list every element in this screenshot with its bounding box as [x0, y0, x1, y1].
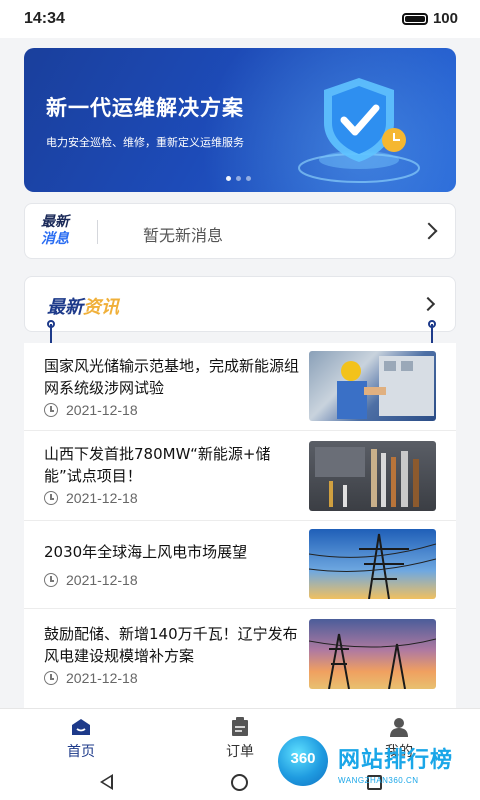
latest-news-header[interactable]: 最新资讯: [24, 276, 456, 332]
status-time: 14:34: [24, 10, 65, 27]
messages-logo-line2: 消息: [41, 231, 69, 247]
watermark-badge: 360: [290, 750, 316, 767]
news-header-title: 最新资讯: [47, 293, 119, 319]
battery-level: 100: [432, 10, 458, 27]
news-list[interactable]: 国家风光储输示范基地，完成新能源组网系统级涉网试验 2021-12-18 山西下…: [24, 343, 456, 708]
clock-icon: [44, 403, 58, 417]
news-thumbnail: [309, 351, 436, 421]
clock-icon: [44, 491, 58, 505]
news-item[interactable]: 山西下发首批780MW“新能源+储能”试点项目！ 2021-12-18: [24, 431, 456, 521]
tab-home[interactable]: 首页: [36, 709, 126, 767]
news-header-title-b: 资讯: [83, 297, 119, 318]
battery-icon: [402, 13, 428, 25]
clipboard-icon: [232, 717, 248, 736]
tab-orders[interactable]: 订单: [195, 709, 285, 767]
messages-logo-line1: 最新: [41, 214, 69, 230]
news-item[interactable]: 国家风光储输示范基地，完成新能源组网系统级涉网试验 2021-12-18: [24, 343, 456, 431]
shield-check-icon: [298, 78, 420, 183]
clock-icon: [44, 671, 58, 685]
news-date: 2021-12-18: [66, 490, 138, 506]
messages-logo: 最新 消息: [41, 214, 69, 248]
news-title: 鼓励配储、新增140万千瓦！辽宁发布风电建设规模增补方案: [44, 625, 298, 665]
home-circle-icon[interactable]: [231, 774, 248, 791]
news-item[interactable]: 鼓励配储、新增140万千瓦！辽宁发布风电建设规模增补方案 2021-12-18: [24, 609, 456, 708]
watermark: 360 网站排行榜 WANGZHAN360.CN: [278, 732, 478, 800]
news-date: 2021-12-18: [66, 670, 138, 686]
chevron-right-icon: [420, 222, 438, 240]
banner-title: 新一代运维解决方案: [46, 96, 244, 120]
divider: [97, 220, 98, 244]
news-header-title-a: 最新: [47, 297, 83, 318]
back-icon[interactable]: [100, 774, 113, 790]
status-bar: 14:34 100: [0, 0, 480, 38]
messages-text: 暂无新消息: [143, 226, 224, 245]
tab-orders-label: 订单: [226, 744, 254, 760]
chevron-right-icon: [420, 296, 436, 312]
news-date: 2021-12-18: [66, 402, 138, 418]
news-title: 2030年全球海上风电市场展望: [44, 543, 248, 561]
news-thumbnail: [309, 619, 436, 689]
clock-icon: [44, 573, 58, 587]
news-date: 2021-12-18: [66, 572, 138, 588]
carousel-dot: [226, 176, 231, 181]
carousel-dot: [246, 176, 251, 181]
latest-messages-card[interactable]: 最新 消息 暂无新消息: [24, 203, 456, 259]
news-title: 山西下发首批780MW“新能源+储能”试点项目！: [44, 445, 271, 485]
tab-home-label: 首页: [67, 744, 95, 760]
watermark-url: WANGZHAN360.CN: [338, 776, 419, 785]
news-thumbnail: [309, 441, 436, 511]
promo-banner[interactable]: 新一代运维解决方案 电力安全巡检、维修，重新定义运维服务: [24, 48, 456, 192]
news-thumbnail: [309, 529, 436, 599]
carousel-dot: [236, 176, 241, 181]
watermark-text: 网站排行榜: [338, 748, 454, 773]
news-title: 国家风光储输示范基地，完成新能源组网系统级涉网试验: [44, 357, 300, 397]
news-item[interactable]: 2030年全球海上风电市场展望 2021-12-18: [24, 521, 456, 609]
banner-subtitle: 电力安全巡检、维修，重新定义运维服务: [46, 136, 244, 149]
home-icon: [72, 719, 90, 735]
